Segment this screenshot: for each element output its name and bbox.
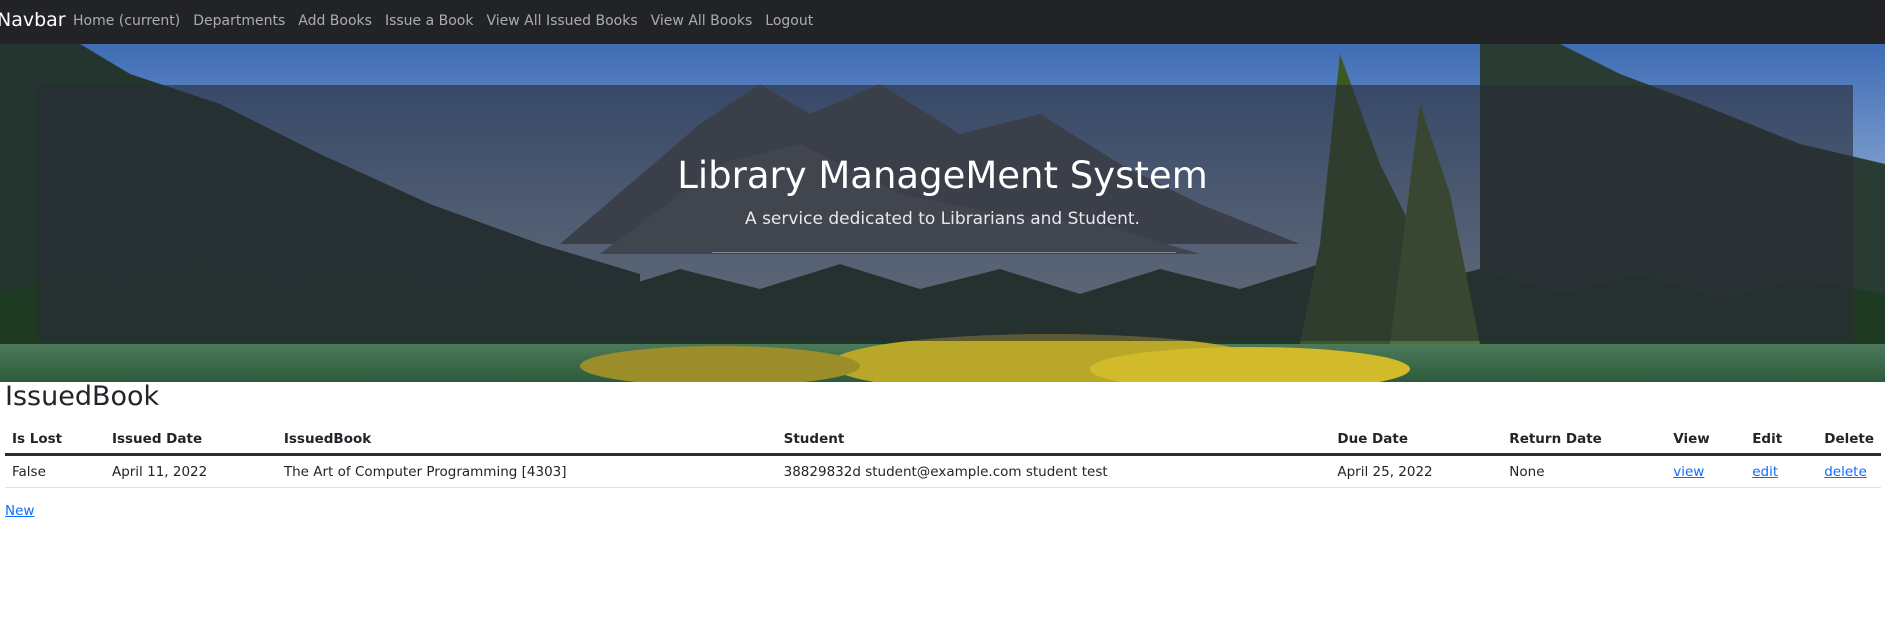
issued-books-table: Is Lost Issued Date IssuedBook Student D… [5,425,1881,488]
column-header-delete: Delete [1817,425,1881,456]
column-header-issued-book: IssuedBook [276,425,777,456]
column-header-view: View [1666,425,1746,456]
nav-links: Home (current) Departments Add Books Iss… [73,13,826,29]
hero-divider [712,252,1176,253]
edit-link[interactable]: edit [1752,464,1778,480]
table-header-row: Is Lost Issued Date IssuedBook Student D… [5,425,1881,456]
nav-link-view-issued-books[interactable]: View All Issued Books [486,13,637,29]
cell-student: 38829832d student@example.com student te… [776,454,1331,488]
column-header-issued-date: Issued Date [104,425,277,456]
hero-subtitle: A service dedicated to Librarians and St… [745,209,1140,229]
cell-view: view [1666,454,1746,488]
column-header-student: Student [776,425,1331,456]
cell-delete: delete [1817,454,1881,488]
navbar-brand[interactable]: Navbar [0,9,66,31]
nav-link-issue-book[interactable]: Issue a Book [385,13,474,29]
nav-link-departments[interactable]: Departments [193,13,285,29]
new-issued-book-link[interactable]: New [5,503,34,519]
column-header-due-date: Due Date [1330,425,1503,456]
cell-issued-book: The Art of Computer Programming [4303] [276,454,777,488]
navbar: Navbar Home (current) Departments Add Bo… [0,0,1885,44]
hero-banner: Library ManageMent System A service dedi… [0,44,1885,382]
column-header-edit: Edit [1745,425,1818,456]
nav-link-view-all-books[interactable]: View All Books [651,13,753,29]
table-row: False April 11, 2022 The Art of Computer… [5,454,1881,488]
hero-title: Library ManageMent System [677,154,1208,197]
cell-return-date: None [1502,454,1667,488]
nav-link-logout[interactable]: Logout [765,13,813,29]
column-header-is-lost: Is Lost [5,425,105,456]
column-header-return-date: Return Date [1502,425,1667,456]
nav-link-add-books[interactable]: Add Books [298,13,372,29]
cell-edit: edit [1745,454,1818,488]
delete-link[interactable]: delete [1824,464,1867,480]
nav-link-home[interactable]: Home (current) [73,13,180,29]
page-title: IssuedBook [5,381,160,412]
cell-is-lost: False [5,454,105,488]
view-link[interactable]: view [1673,464,1704,480]
cell-issued-date: April 11, 2022 [104,454,277,488]
cell-due-date: April 25, 2022 [1330,454,1503,488]
